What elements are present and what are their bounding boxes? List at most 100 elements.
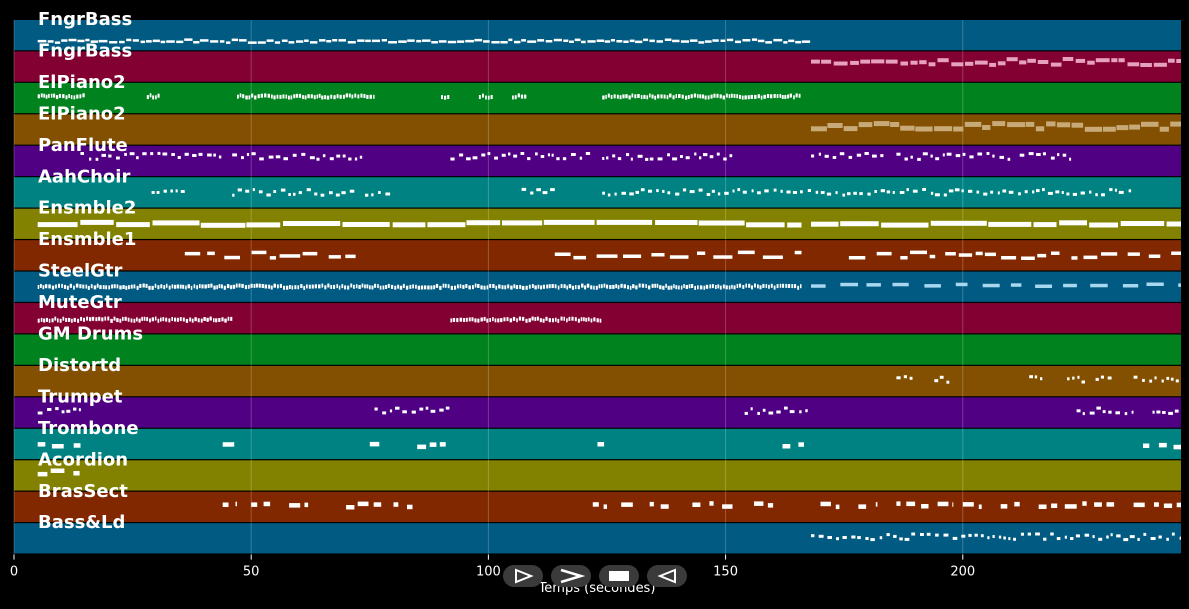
note-mark [1007,122,1026,128]
note-mark [1075,534,1080,538]
play-button[interactable] [503,565,543,587]
stop-button[interactable] [599,565,639,587]
note-mark [55,95,59,100]
note-mark [748,283,751,288]
note-mark [108,285,111,290]
note-mark [575,285,577,290]
note-mark [55,407,59,411]
note-mark [1142,378,1145,382]
note-mark [198,284,201,289]
rewind-button[interactable] [647,565,687,587]
note-mark [146,317,149,322]
note-mark [629,192,634,196]
note-mark [207,251,215,256]
note-mark [1095,58,1110,63]
note-mark [539,318,542,323]
note-mark [1154,376,1157,380]
note-mark [73,95,76,100]
note-mark [785,283,787,288]
note-mark [514,95,517,100]
note-mark [709,501,714,506]
note-mark [157,318,160,323]
note-mark [289,285,291,289]
piano-roll-chart: FngrBass FngrBass ElPiano2 ElPiano2 PanFlute… [0,0,1189,605]
note-mark [351,94,354,99]
note-mark [722,504,733,509]
note-mark [1050,532,1054,536]
note-mark [675,285,678,290]
note-mark [1140,63,1152,67]
note-mark [552,318,554,323]
note-mark [546,284,549,289]
note-mark [793,95,795,100]
note-mark [800,190,803,194]
note-mark [840,221,879,227]
note-mark [1013,537,1016,541]
note-mark [1106,502,1115,507]
note-mark [904,537,910,541]
note-mark [1029,375,1033,379]
note-mark [485,95,487,100]
note-mark [275,155,281,159]
note-mark [657,94,660,99]
note-mark [176,317,179,322]
note-mark [314,192,318,196]
note-mark [763,94,766,99]
note-mark [1129,124,1140,130]
note-mark [95,317,98,322]
note-mark [377,284,379,289]
note-mark [746,222,785,228]
note-mark [423,285,427,290]
note-mark [1071,122,1084,128]
note-mark [71,318,73,323]
note-mark [1082,501,1087,506]
note-mark [712,39,719,42]
note-mark [832,156,837,159]
note-mark [170,189,173,193]
note-mark [621,191,626,195]
note-mark [628,95,631,100]
note-mark [766,94,770,98]
note-mark [136,317,138,322]
note-mark [666,95,669,100]
note-mark [459,153,464,157]
note-mark [781,95,784,99]
note-mark [627,285,629,290]
note-mark [133,284,136,289]
note-mark [361,283,364,288]
note-mark [433,285,436,290]
note-mark [472,156,478,160]
note-mark [98,316,101,321]
note-mark [226,41,231,44]
note-mark [866,283,881,287]
x-tick-label: 50 [243,565,260,580]
note-mark [282,94,285,99]
note-mark [231,38,239,42]
note-mark [248,95,251,100]
note-mark [646,95,649,100]
note-mark [151,191,155,194]
note-mark [276,94,279,99]
fast-forward-button[interactable] [551,565,591,587]
note-mark [270,285,273,290]
note-mark [606,156,609,160]
note-mark [974,533,978,537]
note-mark [266,193,271,197]
note-mark [649,501,654,507]
note-mark [1163,503,1173,508]
note-mark [615,284,618,289]
note-mark [508,38,513,42]
track-band [14,145,1181,177]
note-mark [542,191,548,195]
note-mark [116,318,119,323]
note-mark [301,152,306,156]
note-mark [257,94,260,99]
note-mark [1051,251,1060,255]
note-mark [309,156,315,160]
note-mark [313,95,316,100]
note-mark [230,316,233,321]
note-mark [502,220,543,226]
note-mark [540,155,545,158]
note-mark [903,375,907,379]
note-mark [571,316,574,321]
